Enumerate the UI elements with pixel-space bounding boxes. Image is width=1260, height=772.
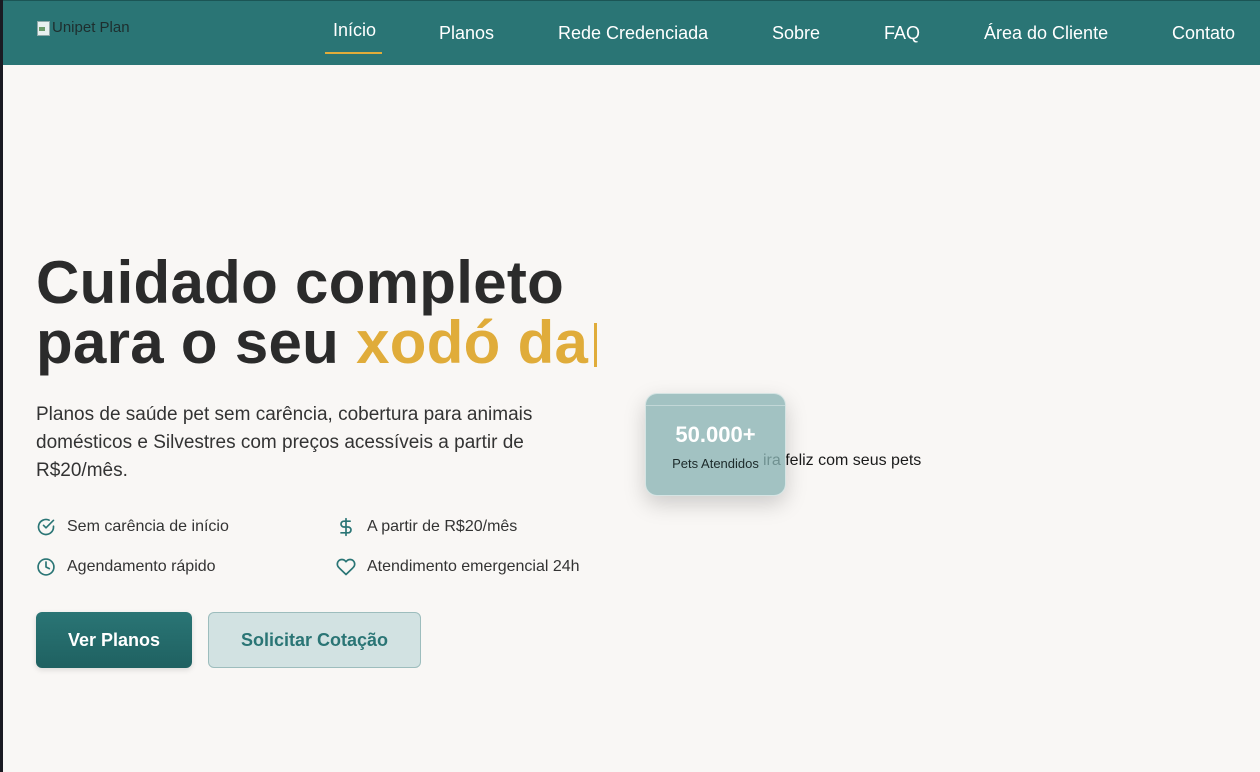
feature-item: Atendimento emergencial 24h [336, 557, 580, 577]
feature-item: A partir de R$20/mês [336, 517, 517, 537]
hero-title: Cuidado completo para o seu xodó da [36, 253, 598, 376]
nav-item-contato[interactable]: Contato [1172, 23, 1235, 44]
nav-item-area-do-cliente[interactable]: Área do Cliente [984, 23, 1108, 44]
stat-card: 50.000+ Pets Atendidos [645, 393, 786, 496]
feature-label: Atendimento emergencial 24h [367, 558, 580, 575]
nav-item-faq[interactable]: FAQ [884, 23, 920, 44]
nav-item-rede-credenciada[interactable]: Rede Credenciada [558, 23, 708, 44]
stat-value: 50.000+ [675, 422, 756, 447]
hero-title-line1: Cuidado completo [36, 249, 565, 316]
typing-cursor [594, 323, 598, 367]
tagline-text: ira feliz com seus pets [763, 452, 922, 469]
feature-label: Agendamento rápido [67, 558, 216, 575]
hero-subtitle: Planos de saúde pet sem carência, cobert… [36, 404, 533, 481]
logo-alt-text: Unipet Plan [52, 19, 130, 36]
hero-title-line2: para o seu [36, 309, 357, 376]
nav-item-inicio[interactable]: Início [333, 20, 376, 41]
broken-image-icon [36, 20, 50, 36]
feature-item: Agendamento rápido [36, 557, 216, 577]
dollar-icon [340, 517, 352, 537]
feature-label: Sem carência de início [67, 518, 229, 535]
heart-icon [336, 558, 356, 576]
nav-item-sobre[interactable]: Sobre [772, 23, 820, 44]
hero-title-typed-word: xodó da [356, 309, 589, 376]
navbar: Unipet Plan Início Planos Rede Credencia… [3, 0, 1260, 65]
check-circle-icon [37, 518, 55, 536]
nav-item-planos[interactable]: Planos [439, 23, 494, 44]
solicitar-cotacao-button[interactable]: Solicitar Cotação [208, 612, 421, 668]
feature-label: A partir de R$20/mês [367, 518, 518, 535]
ver-planos-button[interactable]: Ver Planos [36, 612, 192, 668]
feature-item: Sem carência de início [36, 517, 229, 537]
clock-icon [37, 558, 55, 576]
nav-active-indicator [325, 52, 382, 54]
page: Unipet Plan Início Planos Rede Credencia… [3, 0, 1260, 772]
stat-label: Pets Atendidos [672, 456, 759, 471]
logo[interactable]: Unipet Plan [36, 19, 130, 36]
